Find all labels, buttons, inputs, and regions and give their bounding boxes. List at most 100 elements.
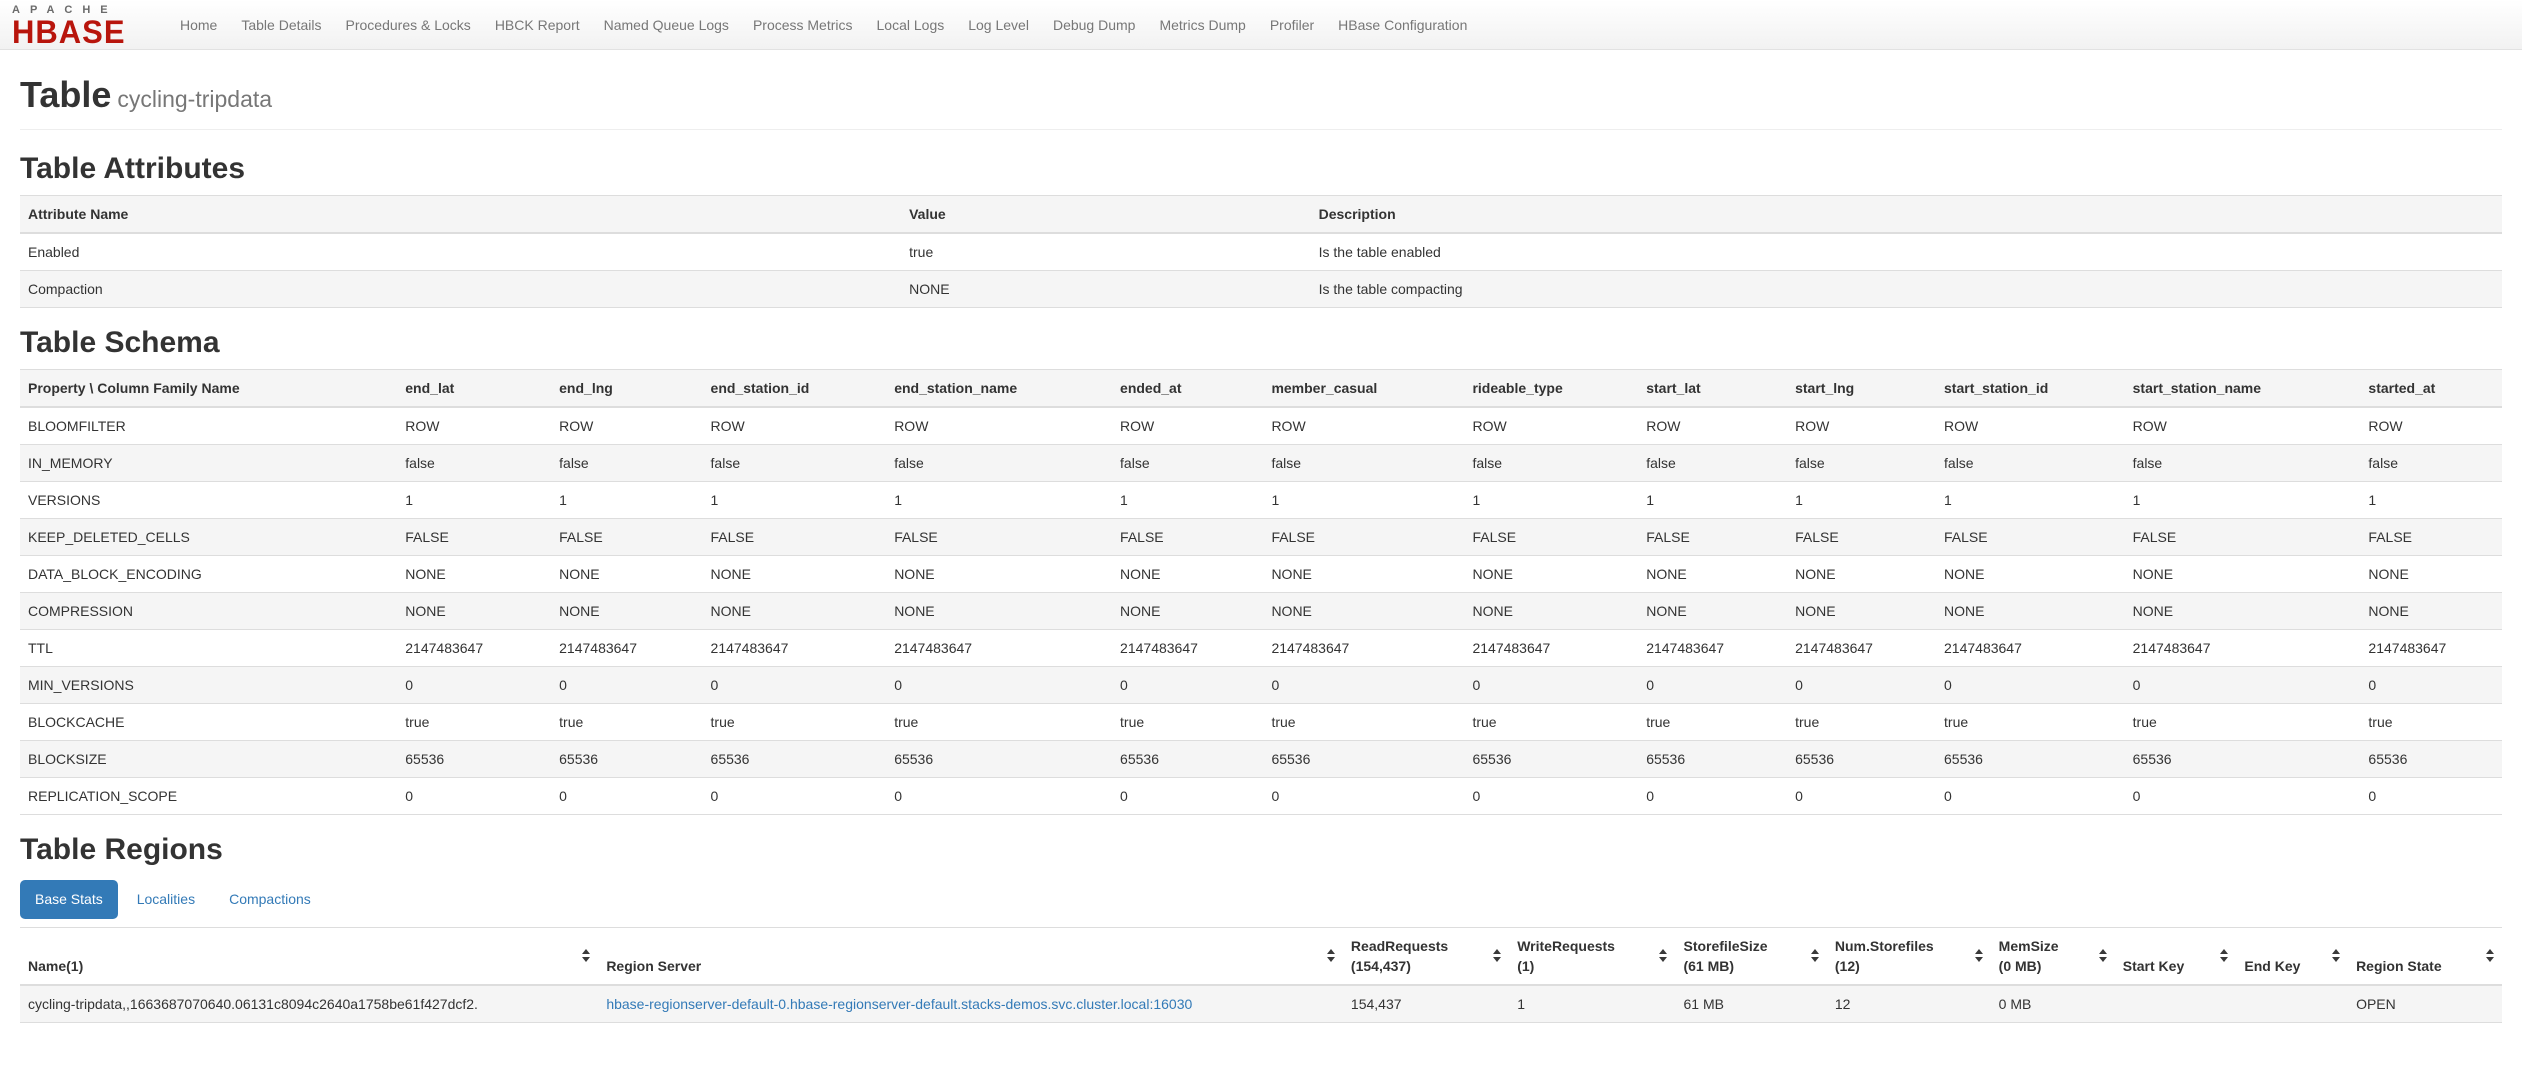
schema-value-cell: 2147483647	[1464, 628, 1639, 667]
schema-value-cell: 0	[551, 665, 703, 704]
regions-col-label-line: Start Key	[2122, 957, 2185, 974]
schema-value-cell: NONE	[1263, 591, 1465, 630]
schema-value-cell: 0	[1263, 776, 1465, 815]
schema-value-cell: ROW	[2360, 406, 2502, 445]
schema-property-cell: IN_MEMORY	[20, 443, 398, 482]
schema-value-cell: false	[702, 443, 887, 482]
schema-value-cell: 2147483647	[1936, 628, 2125, 667]
schema-value-cell: true	[1112, 702, 1264, 741]
schema-value-cell: true	[886, 702, 1113, 741]
nav-item-hbase-configuration[interactable]: HBase Configuration	[1326, 0, 1479, 49]
schema-value-cell: 0	[702, 776, 887, 815]
table-schema-section: Table Schema Property \ Column Family Na…	[20, 326, 2502, 815]
schema-property-cell: KEEP_DELETED_CELLS	[20, 517, 398, 556]
regions-col-header-read-requests[interactable]: ReadRequests (154,437)	[1342, 926, 1510, 986]
schema-family-col-started-at: started_at	[2360, 368, 2502, 408]
nav-item-procedures-locks[interactable]: Procedures & Locks	[334, 0, 483, 49]
sort-icon	[1810, 948, 1820, 962]
schema-value-cell: 2147483647	[2360, 628, 2502, 667]
schema-value-cell: true	[2124, 702, 2361, 741]
region-server-link[interactable]: hbase-regionserver-default-0.hbase-regio…	[606, 996, 1192, 1012]
schema-value-cell: 2147483647	[1263, 628, 1465, 667]
region-tab: Localities	[122, 880, 210, 919]
schema-property-cell: BLOCKSIZE	[20, 739, 398, 778]
regions-col-header-num-storefiles[interactable]: Num.Storefiles (12)	[1826, 926, 1991, 986]
schema-value-cell: 1	[2124, 480, 2361, 519]
regions-col-header-write-requests[interactable]: WriteRequests (1)	[1509, 926, 1676, 986]
attributes-header-row: Attribute Name Value Description	[20, 194, 2502, 234]
region-end-key-cell	[2236, 984, 2349, 1023]
schema-value-cell: NONE	[702, 554, 887, 593]
schema-value-cell: true	[2360, 702, 2502, 741]
nav-item-table-details[interactable]: Table Details	[229, 0, 333, 49]
schema-value-cell: NONE	[702, 591, 887, 630]
nav-item: Procedures & Locks	[334, 0, 483, 49]
schema-value-cell: 65536	[1787, 739, 1937, 778]
nav-item: HBCK Report	[483, 0, 592, 49]
schema-value-cell: 65536	[1112, 739, 1264, 778]
schema-value-cell: 2147483647	[1112, 628, 1264, 667]
nav-item-profiler[interactable]: Profiler	[1258, 0, 1326, 49]
schema-value-cell: 0	[702, 665, 887, 704]
regions-col-header-storefile-size[interactable]: StorefileSize (61 MB)	[1675, 926, 1827, 986]
tab-compactions[interactable]: Compactions	[214, 880, 326, 919]
regions-col-header-start-key[interactable]: Start Key	[2114, 926, 2237, 986]
schema-row: VERSIONS 1 1 1 1 1 1 1 1 1 1 1 1	[20, 480, 2502, 519]
regions-col-label-line: Name(1)	[28, 957, 84, 974]
attributes-table: Attribute Name Value Description Enabled tr…	[20, 194, 2502, 308]
region-write-requests-cell: 1	[1509, 984, 1676, 1023]
schema-value-cell: true	[1263, 702, 1465, 741]
schema-family-col-member-casual: member_casual	[1263, 368, 1465, 408]
regions-col-header-region-server[interactable]: Region Server	[598, 926, 1343, 986]
schema-row: COMPRESSION NONE NONE NONE NONE NONE NONE NONE N…	[20, 591, 2502, 630]
schema-value-cell: FALSE	[397, 517, 552, 556]
schema-value-cell: ROW	[1638, 406, 1788, 445]
schema-value-cell: ROW	[1936, 406, 2125, 445]
tab-localities[interactable]: Localities	[122, 880, 210, 919]
schema-value-cell: 0	[1638, 776, 1788, 815]
schema-value-cell: 1	[1112, 480, 1264, 519]
nav-item-home[interactable]: Home	[168, 0, 229, 49]
schema-value-cell: ROW	[551, 406, 703, 445]
tab-base-stats[interactable]: Base Stats	[20, 879, 118, 919]
schema-value-cell: ROW	[1112, 406, 1264, 445]
regions-col-header-end-key[interactable]: End Key	[2236, 926, 2349, 986]
schema-value-cell: FALSE	[1263, 517, 1465, 556]
schema-heading: Table Schema	[20, 325, 220, 359]
schema-property-cell: TTL	[20, 628, 398, 667]
attribute-description-cell: Is the table enabled	[1310, 232, 2502, 271]
regions-col-header-mem-size[interactable]: MemSize (0 MB)	[1990, 926, 2115, 986]
nav-item-local-logs[interactable]: Local Logs	[865, 0, 957, 49]
nav-item-debug-dump[interactable]: Debug Dump	[1041, 0, 1148, 49]
nav-item: Local Logs	[865, 0, 957, 49]
schema-value-cell: true	[1464, 702, 1639, 741]
schema-value-cell: true	[1936, 702, 2125, 741]
attributes-heading: Table Attributes	[20, 151, 246, 185]
schema-value-cell: NONE	[1936, 591, 2125, 630]
schema-property-cell: COMPRESSION	[20, 591, 398, 630]
schema-value-cell: 1	[2360, 480, 2502, 519]
regions-header-row: Name(1) Region Server ReadRequests (154,437…	[20, 926, 2502, 986]
schema-row: TTL 2147483647 2147483647 2147483647 2147483…	[20, 628, 2502, 667]
page-header: Table cycling-tripdata	[20, 50, 2502, 130]
schema-value-cell: 0	[2360, 665, 2502, 704]
nav-item-metrics-dump[interactable]: Metrics Dump	[1147, 0, 1257, 49]
schema-value-cell: 0	[1787, 776, 1937, 815]
schema-row: DATA_BLOCK_ENCODING NONE NONE NONE NONE NONE N…	[20, 554, 2502, 593]
nav-item-named-queue-logs[interactable]: Named Queue Logs	[592, 0, 741, 49]
regions-col-label-line: Region Server	[606, 957, 702, 974]
schema-value-cell: NONE	[2360, 554, 2502, 593]
schema-value-cell: 0	[1936, 665, 2125, 704]
nav-item-hbck-report[interactable]: HBCK Report	[483, 0, 592, 49]
schema-value-cell: 2147483647	[702, 628, 887, 667]
regions-col-header-name[interactable]: Name(1)	[20, 926, 599, 986]
region-read-requests-cell: 154,437	[1342, 984, 1510, 1023]
attribute-row: Compaction NONE Is the table compacting	[20, 269, 2502, 308]
schema-value-cell: NONE	[1112, 591, 1264, 630]
schema-value-cell: false	[1112, 443, 1264, 482]
nav-item-process-metrics[interactable]: Process Metrics	[741, 0, 865, 49]
regions-col-header-region-state[interactable]: Region State	[2348, 926, 2502, 986]
nav-item-log-level[interactable]: Log Level	[956, 0, 1041, 49]
hbase-logo[interactable]: APACHE HBASE	[0, 0, 168, 49]
attribute-row: Enabled true Is the table enabled	[20, 232, 2502, 271]
